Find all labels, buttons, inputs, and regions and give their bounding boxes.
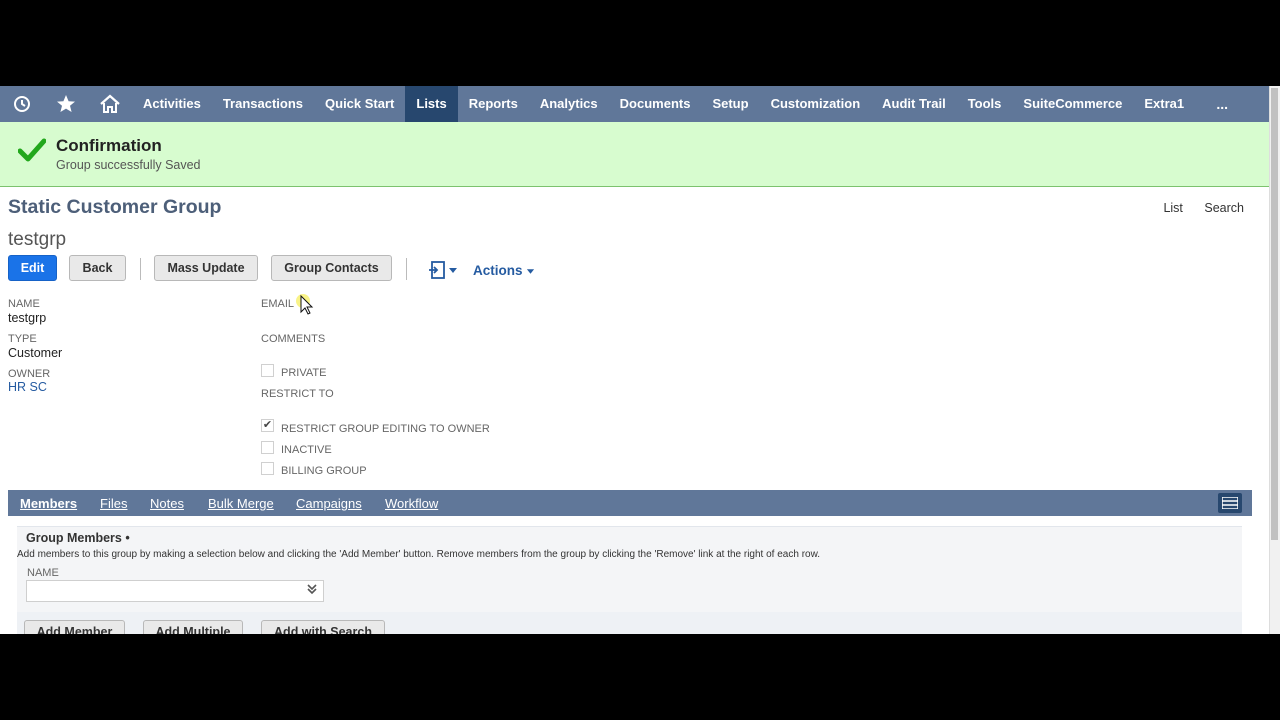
- record-name: testgrp: [8, 229, 67, 250]
- nav-lists[interactable]: Lists: [405, 86, 458, 122]
- tab-bulk-merge[interactable]: Bulk Merge: [208, 496, 274, 511]
- print-icon: [429, 261, 445, 279]
- add-multiple-button[interactable]: Add Multiple: [143, 620, 243, 634]
- back-button[interactable]: Back: [69, 255, 126, 281]
- add-with-search-button[interactable]: Add with Search: [261, 620, 385, 634]
- app-window: Activities Transactions Quick Start List…: [0, 86, 1280, 634]
- subtab-menu-button[interactable]: [1218, 493, 1242, 513]
- private-checkbox[interactable]: [261, 364, 274, 377]
- inactive-label: INACTIVE: [281, 444, 332, 456]
- group-members-panel: Group Members • Add members to this grou…: [17, 526, 1242, 613]
- confirmation-banner: Confirmation Group successfully Saved: [0, 122, 1270, 187]
- vertical-scrollbar[interactable]: [1269, 86, 1280, 634]
- group-contacts-button[interactable]: Group Contacts: [271, 255, 392, 281]
- toolbar-separator: [140, 258, 141, 280]
- home-icon[interactable]: [88, 86, 132, 122]
- email-label: EMAIL: [261, 298, 295, 310]
- search-link[interactable]: Search: [1204, 201, 1244, 215]
- list-link[interactable]: List: [1163, 201, 1182, 215]
- nav-analytics[interactable]: Analytics: [529, 86, 609, 122]
- tab-members[interactable]: Members: [20, 496, 77, 511]
- star-icon[interactable]: [44, 86, 88, 122]
- tab-notes[interactable]: Notes: [150, 496, 184, 511]
- toolbar-separator: [406, 258, 407, 280]
- double-chevron-down-icon: [306, 583, 318, 598]
- tab-workflow[interactable]: Workflow: [385, 496, 438, 511]
- mouse-cursor: [296, 294, 318, 325]
- owner-label: OWNER: [8, 368, 51, 380]
- restrict-editing-checkbox[interactable]: ✔: [261, 419, 274, 432]
- inactive-checkbox[interactable]: [261, 441, 274, 454]
- recent-icon[interactable]: [0, 86, 44, 122]
- page-title: Static Customer Group: [8, 196, 222, 218]
- edit-button[interactable]: Edit: [8, 255, 57, 281]
- nav-setup[interactable]: Setup: [701, 86, 759, 122]
- name-label: NAME: [8, 298, 40, 310]
- billing-group-checkbox[interactable]: [261, 462, 274, 475]
- type-value: Customer: [8, 346, 63, 360]
- checkmark-icon: [17, 138, 47, 167]
- nav-quick-start[interactable]: Quick Start: [314, 86, 405, 122]
- confirmation-title: Confirmation: [56, 136, 162, 155]
- mass-update-button[interactable]: Mass Update: [154, 255, 258, 281]
- chevron-down-icon: [449, 268, 457, 273]
- group-members-title: Group Members •: [26, 531, 130, 545]
- nav-documents[interactable]: Documents: [609, 86, 702, 122]
- print-menu[interactable]: [428, 261, 458, 279]
- nav-reports[interactable]: Reports: [458, 86, 529, 122]
- header-links: List Search: [1145, 201, 1244, 215]
- scrollbar-thumb[interactable]: [1271, 88, 1278, 540]
- restrict-editing-label: RESTRICT GROUP EDITING TO OWNER: [281, 423, 490, 435]
- comments-label: COMMENTS: [261, 333, 326, 345]
- private-label: PRIVATE: [281, 367, 327, 379]
- name-value: testgrp: [8, 311, 47, 325]
- member-name-label: NAME: [27, 567, 59, 579]
- add-member-button[interactable]: Add Member: [24, 620, 125, 634]
- nav-audit-trail[interactable]: Audit Trail: [871, 86, 957, 122]
- actions-label: Actions: [473, 263, 523, 278]
- nav-customization[interactable]: Customization: [760, 86, 872, 122]
- menu-icon: [1222, 497, 1238, 509]
- billing-group-label: BILLING GROUP: [281, 465, 367, 477]
- type-label: TYPE: [8, 333, 37, 345]
- owner-link[interactable]: HR SC: [8, 380, 47, 394]
- main-nav-bar: Activities Transactions Quick Start List…: [0, 86, 1270, 122]
- tab-campaigns[interactable]: Campaigns: [296, 496, 362, 511]
- member-buttons-row: Add Member Add Multiple Add with Search: [17, 612, 1242, 634]
- nav-activities[interactable]: Activities: [132, 86, 212, 122]
- actions-menu[interactable]: Actions: [473, 263, 535, 278]
- nav-tools[interactable]: Tools: [957, 86, 1013, 122]
- group-members-help-text: Add members to this group by making a se…: [17, 549, 821, 560]
- tab-files[interactable]: Files: [100, 496, 127, 511]
- restrict-to-label: RESTRICT TO: [261, 388, 334, 400]
- nav-more-button[interactable]: ...: [1216, 86, 1228, 122]
- nav-transactions[interactable]: Transactions: [212, 86, 314, 122]
- member-name-select[interactable]: [26, 580, 324, 602]
- confirmation-message: Group successfully Saved: [56, 158, 201, 172]
- nav-extra1[interactable]: Extra1: [1133, 86, 1195, 122]
- nav-suitecommerce[interactable]: SuiteCommerce: [1012, 86, 1133, 122]
- chevron-down-icon: [527, 269, 535, 274]
- subtab-bar: Members Files Notes Bulk Merge Campaigns…: [8, 490, 1252, 516]
